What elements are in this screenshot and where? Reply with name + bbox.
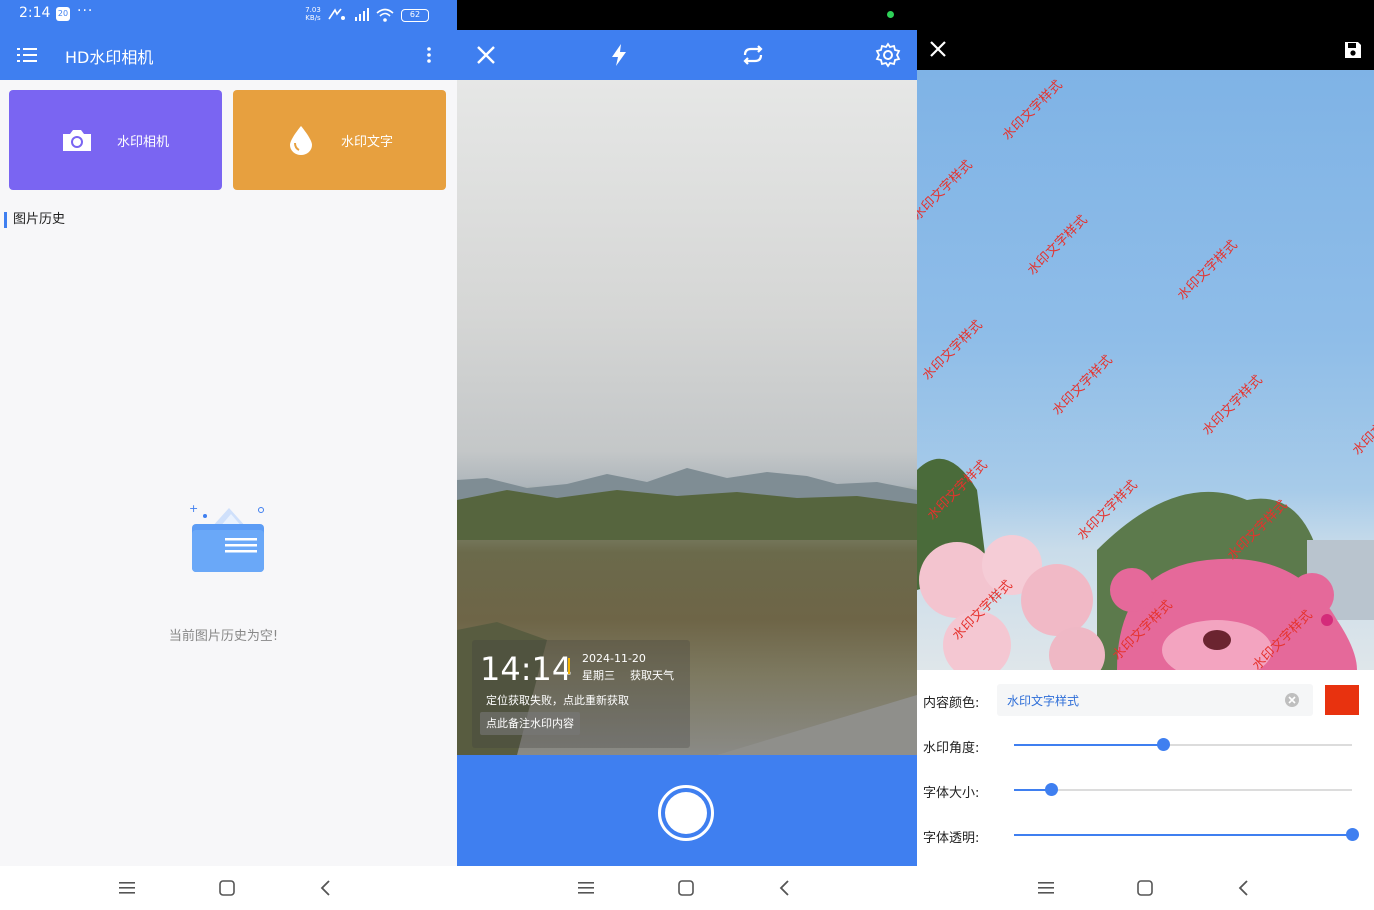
camera-toolbar <box>457 30 917 80</box>
watermark-text-value: 水印文字样式 <box>1007 694 1080 708</box>
home-nav-icon[interactable] <box>217 878 237 898</box>
app-bar: HD水印相机 <box>0 30 457 80</box>
watermark-text-card[interactable]: 水印文字 <box>233 90 446 190</box>
watermark-editor-screen: 水印文字样式 水印文字样式 水印文字样式 水印文字样式 水印文字样式 水印文字样式 水印文字… <box>917 0 1374 910</box>
angle-slider-thumb[interactable] <box>1156 738 1170 751</box>
status-more-dots: ··· <box>77 3 94 19</box>
watermark-weekday: 星期三 <box>582 669 615 682</box>
shutter-panel <box>457 755 917 867</box>
signal-icon <box>355 8 369 21</box>
clear-icon[interactable] <box>1284 692 1300 708</box>
font-size-slider[interactable] <box>1014 783 1352 796</box>
droplet-icon <box>290 126 312 155</box>
watermark-time: 14:14 <box>480 650 573 688</box>
home-screen: 2:14 20 ··· 7.03 KB/s 62 HD水印相机 水印相机 水印文… <box>0 0 457 910</box>
watermark-divider <box>568 658 570 674</box>
angle-slider-fill <box>1014 744 1163 746</box>
home-nav-icon[interactable] <box>1135 878 1155 898</box>
history-section-title: 图片历史 <box>4 212 65 228</box>
opacity-slider-thumb[interactable] <box>1346 828 1359 841</box>
empty-history-text: 当前图片历史为空! <box>168 629 279 644</box>
content-color-label: 内容颜色: <box>923 696 980 711</box>
system-nav-bar-3 <box>917 866 1374 910</box>
more-vert-icon[interactable] <box>421 45 437 65</box>
shutter-button[interactable] <box>658 785 714 841</box>
switch-camera-icon[interactable] <box>740 42 766 68</box>
status-bar: 2:14 20 ··· 7.03 KB/s 62 <box>0 0 457 30</box>
net-speed: 7.03 KB/s <box>305 6 321 22</box>
flash-icon[interactable] <box>606 42 632 68</box>
shutter-inner <box>665 792 707 834</box>
back-icon[interactable] <box>316 878 336 898</box>
camera-screen: 14:14 2024-11-20 星期三 获取天气 定位获取失败，点此重新获取 … <box>457 0 917 910</box>
opacity-row: 字体透明: <box>917 815 1374 855</box>
home-nav-icon[interactable] <box>676 878 696 898</box>
watermark-weather[interactable]: 获取天气 <box>630 667 674 683</box>
opacity-slider[interactable] <box>1014 828 1359 841</box>
back-icon[interactable] <box>1234 878 1254 898</box>
watermark-stamp: 水印文字样式 <box>999 77 1066 144</box>
svg-text:+: + <box>189 502 198 515</box>
watermark-location[interactable]: 定位获取失败，点此重新获取 <box>486 692 629 708</box>
photo-watermark: 14:14 2024-11-20 星期三 获取天气 定位获取失败，点此重新获取 … <box>472 640 690 748</box>
watermark-stamp: 水印文字样式 <box>917 157 976 224</box>
font-size-label: 字体大小: <box>923 786 980 801</box>
watermark-stamp: 水印文字样式 <box>1349 392 1374 459</box>
status-time: 2:14 <box>19 5 51 21</box>
watermark-stamp: 水印文字样式 <box>1174 237 1241 304</box>
opacity-label: 字体透明: <box>923 831 980 846</box>
angle-slider[interactable] <box>1014 738 1352 751</box>
camera-status-bar <box>457 0 917 30</box>
camera-icon <box>63 130 91 151</box>
wifi-icon <box>376 8 394 22</box>
battery-indicator: 62 <box>401 9 429 22</box>
watermark-camera-label: 水印相机 <box>117 135 170 150</box>
landscape-hills <box>457 468 917 540</box>
watermark-stamp: 水印文字样式 <box>1049 352 1116 419</box>
watermark-stamp: 水印文字样式 <box>1199 372 1266 439</box>
watermark-text-input[interactable]: 水印文字样式 <box>997 684 1313 716</box>
save-icon[interactable] <box>1343 40 1363 60</box>
content-color-row: 内容颜色: 水印文字样式 <box>917 680 1374 720</box>
watermark-preview-image: 水印文字样式 水印文字样式 水印文字样式 水印文字样式 水印文字样式 水印文字样式 水印文字… <box>917 70 1374 670</box>
notification-badge: 20 <box>56 7 70 21</box>
angle-row: 水印角度: <box>917 725 1374 765</box>
color-swatch[interactable] <box>1325 685 1359 715</box>
recents-icon[interactable] <box>1036 878 1056 898</box>
opacity-slider-fill <box>1014 834 1352 836</box>
camera-viewfinder[interactable]: 14:14 2024-11-20 星期三 获取天气 定位获取失败，点此重新获取 … <box>457 80 917 755</box>
recents-icon[interactable] <box>117 878 137 898</box>
system-nav-bar <box>0 866 457 910</box>
watermark-stamp: 水印文字样式 <box>1024 212 1091 279</box>
watermark-stamp: 水印文字样式 <box>919 317 986 384</box>
system-nav-bar-2 <box>457 866 917 910</box>
watermark-camera-card[interactable]: 水印相机 <box>9 90 222 190</box>
menu-list-icon[interactable] <box>17 45 37 65</box>
angle-label: 水印角度: <box>923 741 980 756</box>
close-icon[interactable] <box>473 42 499 68</box>
status-icons: 7.03 KB/s 62 <box>303 4 431 26</box>
back-icon[interactable] <box>775 878 795 898</box>
settings-icon[interactable] <box>875 42 901 68</box>
app-title: HD水印相机 <box>65 48 154 67</box>
privacy-indicator-dot <box>887 11 894 18</box>
recents-icon[interactable] <box>576 878 596 898</box>
font-size-slider-thumb[interactable] <box>1045 783 1059 796</box>
close-icon[interactable] <box>929 40 947 58</box>
volte-icon <box>328 8 345 20</box>
empty-folder-icon: + <box>189 502 264 572</box>
font-size-row: 字体大小: <box>917 770 1374 810</box>
watermark-note-button[interactable]: 点此备注水印内容 <box>480 712 580 735</box>
watermark-date: 2024-11-20 <box>582 652 646 665</box>
editor-top-bar <box>917 0 1374 70</box>
watermark-text-label: 水印文字 <box>341 135 394 150</box>
